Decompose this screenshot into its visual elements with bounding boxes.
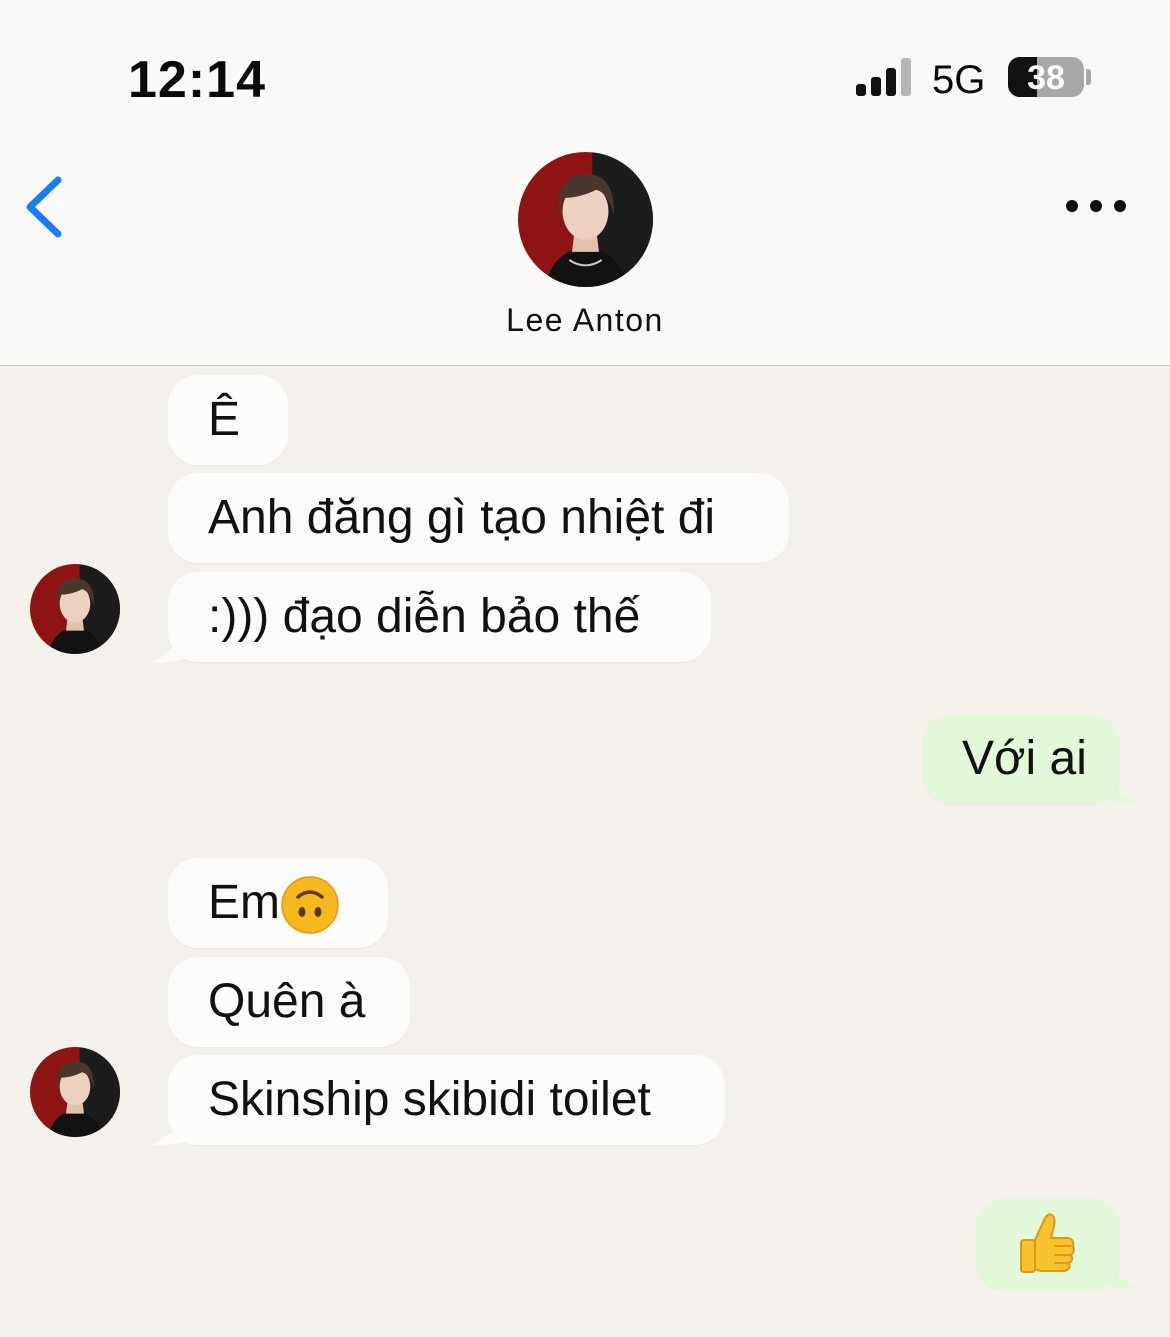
incoming-message[interactable]: Ê xyxy=(168,375,288,465)
battery-icon: 38 xyxy=(1008,57,1084,97)
message-text: Với ai xyxy=(962,732,1087,785)
outgoing-message[interactable] xyxy=(975,1198,1120,1290)
message-text: Anh đăng gì tạo nhiệt đi xyxy=(208,491,716,544)
battery-percentage: 38 xyxy=(1027,59,1065,97)
message-text: Ê xyxy=(208,393,241,446)
incoming-message[interactable]: Em xyxy=(168,858,388,948)
avatar-photo xyxy=(518,152,653,287)
chat-header: 12:14 5G 38 Lee Anton xyxy=(0,0,1170,366)
status-time: 12:14 xyxy=(128,51,266,109)
outgoing-message[interactable]: Với ai xyxy=(922,714,1120,804)
upside-down-face-emoji xyxy=(281,876,339,935)
incoming-message[interactable]: Quên à xyxy=(168,957,410,1047)
message-text: :))) đạo diễn bảo thế xyxy=(208,590,641,643)
avatar-photo xyxy=(30,1047,120,1137)
message-text: Em xyxy=(208,876,280,929)
sender-avatar[interactable] xyxy=(30,1047,120,1137)
incoming-message[interactable]: Anh đăng gì tạo nhiệt đi xyxy=(168,473,789,563)
message-text: Skinship skibidi toilet xyxy=(208,1073,651,1126)
chevron-left-icon[interactable] xyxy=(22,172,70,242)
contact-avatar[interactable] xyxy=(518,152,653,287)
cellular-signal-icon xyxy=(856,58,911,96)
battery-cap xyxy=(1086,69,1091,85)
network-type: 5G xyxy=(932,58,986,102)
message-text: Quên à xyxy=(208,975,366,1028)
ellipsis-icon[interactable] xyxy=(1060,188,1132,224)
sender-avatar[interactable] xyxy=(30,564,120,654)
avatar-photo xyxy=(30,564,120,654)
incoming-message[interactable]: :))) đạo diễn bảo thế xyxy=(168,572,711,662)
incoming-message[interactable]: Skinship skibidi toilet xyxy=(168,1055,725,1145)
contact-name[interactable]: Lee Anton xyxy=(0,302,1170,339)
thumbs-up-emoji xyxy=(1020,1213,1075,1273)
